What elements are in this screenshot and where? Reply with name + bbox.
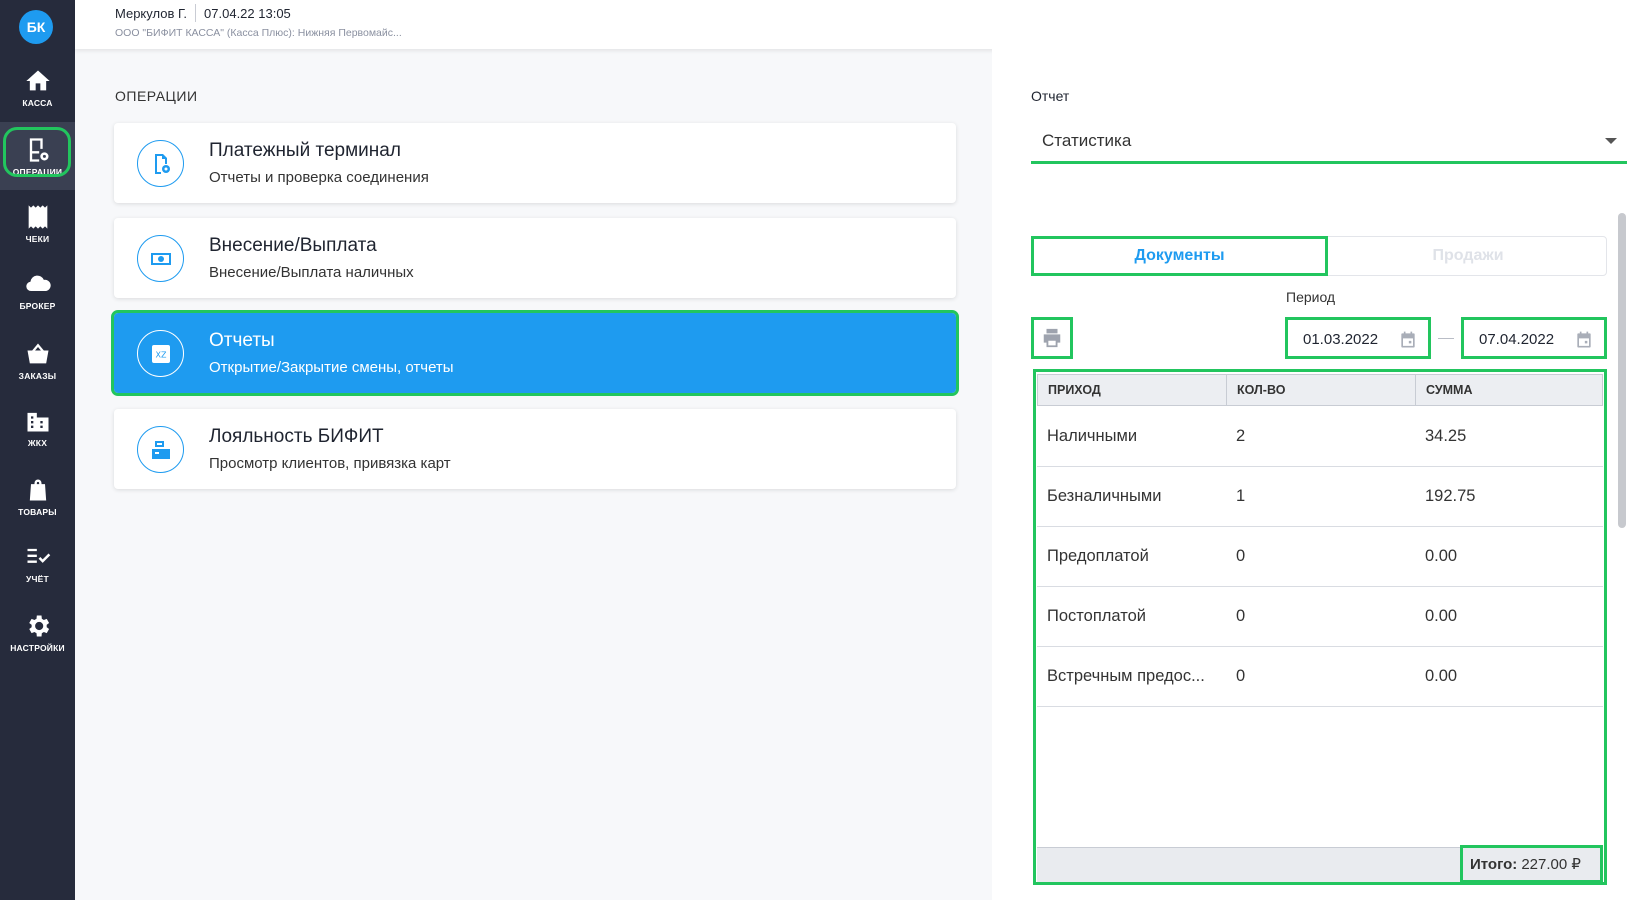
- row-type: Наличными: [1047, 427, 1138, 445]
- row-sum: 0.00: [1425, 607, 1458, 625]
- calendar-icon: [1577, 331, 1591, 348]
- calendar-icon: [1401, 331, 1415, 348]
- total-label: Итого:: [1470, 855, 1518, 873]
- sidebar-item-label: КАССА: [22, 97, 53, 108]
- table-row[interactable]: Безналичными 1 192.75: [1037, 467, 1603, 527]
- row-sum: 0.00: [1425, 667, 1458, 685]
- sidebar-item-label: ТОВАРЫ: [18, 506, 57, 517]
- operation-subtitle: Отчеты и проверка соединения: [209, 169, 429, 186]
- cash-icon: [137, 235, 184, 282]
- xz-report-icon: XZ: [137, 330, 184, 377]
- sidebar-item-accounting[interactable]: УЧЁТ: [0, 529, 75, 597]
- row-count: 0: [1236, 607, 1246, 625]
- report-label: Отчет: [1031, 88, 1070, 104]
- date-from-value: 01.03.2022: [1303, 331, 1379, 348]
- sidebar-item-label: ЖКХ: [27, 437, 48, 448]
- operation-title: Отчеты: [209, 330, 275, 351]
- table-row[interactable]: Предоплатой 0 0.00: [1037, 527, 1603, 587]
- top-bar: Меркулов Г. 07.04.22 13:05 ООО "БИФИТ КА…: [75, 0, 1646, 49]
- operation-title: Платежный терминал: [209, 140, 401, 161]
- operations-title: ОПЕРАЦИИ: [115, 88, 198, 104]
- row-count: 1: [1236, 487, 1246, 505]
- operation-subtitle: Просмотр клиентов, привязка карт: [209, 455, 451, 472]
- table-row[interactable]: Постоплатой 0 0.00: [1037, 587, 1603, 647]
- table-footer: Итого: 227.00 ₽: [1037, 845, 1603, 883]
- operation-subtitle: Открытие/Закрытие смены, отчеты: [209, 359, 454, 376]
- total-amount: Итого: 227.00 ₽: [1460, 845, 1603, 883]
- sidebar-item-label: ЗАКАЗЫ: [18, 370, 57, 381]
- cloud-icon: [24, 270, 52, 298]
- sidebar-item-broker[interactable]: БРОКЕР: [0, 256, 75, 324]
- column-header-sum[interactable]: СУММА: [1416, 375, 1602, 405]
- report-type-select[interactable]: Статистика: [1031, 118, 1627, 164]
- checklist-icon: [24, 543, 52, 571]
- row-type: Встречным предос...: [1047, 667, 1205, 685]
- sidebar-item-operations[interactable]: ОПЕРАЦИИ: [0, 122, 75, 190]
- sidebar-item-label: НАСТРОЙКИ: [10, 642, 65, 653]
- user-info: Меркулов Г. 07.04.22 13:05: [115, 4, 291, 22]
- organization-name: ООО "БИФИТ КАССА" (Касса Плюс): Нижняя П…: [115, 27, 402, 39]
- current-datetime: 07.04.22 13:05: [204, 5, 291, 21]
- date-from-input[interactable]: 01.03.2022: [1285, 317, 1431, 359]
- active-highlight: [3, 127, 71, 177]
- tab-documents[interactable]: Документы: [1031, 236, 1328, 276]
- bag-icon: [24, 476, 52, 504]
- svg-text:XZ: XZ: [155, 350, 166, 359]
- operation-loyalty[interactable]: Лояльность БИФИТ Просмотр клиентов, прив…: [114, 409, 956, 489]
- loyalty-icon: [137, 426, 184, 473]
- operation-subtitle: Внесение/Выплата наличных: [209, 264, 414, 281]
- receipt-icon: [24, 203, 52, 231]
- column-header-quantity[interactable]: КОЛ-ВО: [1227, 375, 1416, 405]
- sidebar-item-settings[interactable]: НАСТРОЙКИ: [0, 598, 75, 666]
- operation-cash-in-out[interactable]: Внесение/Выплата Внесение/Выплата наличн…: [114, 218, 956, 298]
- date-separator: [1438, 338, 1454, 339]
- sidebar-item-orders[interactable]: ЗАКАЗЫ: [0, 326, 75, 394]
- divider: [195, 4, 197, 22]
- sidebar: БК КАССА ОПЕРАЦИИ ЧЕКИ БРОКЕР ЗАКАЗЫ ЖКХ…: [0, 0, 75, 900]
- row-sum: 34.25: [1425, 427, 1467, 445]
- operation-reports[interactable]: XZ Отчеты Открытие/Закрытие смены, отчет…: [111, 310, 959, 396]
- table-row[interactable]: Встречным предос... 0 0.00: [1037, 647, 1603, 707]
- row-sum: 192.75: [1425, 487, 1476, 505]
- print-icon: [1043, 328, 1061, 348]
- chevron-down-icon: [1605, 138, 1617, 144]
- scrollbar[interactable]: [1618, 213, 1626, 528]
- table-header: ПРИХОД КОЛ-ВО СУММА: [1037, 374, 1603, 406]
- row-sum: 0.00: [1425, 547, 1458, 565]
- terminal-icon: [137, 140, 184, 187]
- total-value: 227.00 ₽: [1521, 856, 1581, 873]
- period-label: Период: [1286, 289, 1336, 305]
- avatar[interactable]: БК: [19, 10, 53, 44]
- operation-payment-terminal[interactable]: Платежный терминал Отчеты и проверка сое…: [114, 123, 956, 203]
- gear-icon: [24, 612, 52, 640]
- sidebar-item-label: БРОКЕР: [19, 300, 56, 311]
- operation-title: Лояльность БИФИТ: [209, 426, 384, 447]
- basket-icon: [24, 340, 52, 368]
- row-type: Предоплатой: [1047, 547, 1149, 565]
- row-type: Постоплатой: [1047, 607, 1146, 625]
- row-count: 2: [1236, 427, 1246, 445]
- report-tabs: Документы Продажи: [1031, 236, 1607, 276]
- table-row[interactable]: Наличными 2 34.25: [1037, 407, 1603, 467]
- report-table: ПРИХОД КОЛ-ВО СУММА Наличными 2 34.25 Бе…: [1033, 369, 1607, 885]
- date-to-value: 07.04.2022: [1479, 331, 1555, 348]
- sidebar-item-goods[interactable]: ТОВАРЫ: [0, 462, 75, 530]
- report-type-value: Статистика: [1042, 131, 1132, 150]
- column-header-income[interactable]: ПРИХОД: [1038, 375, 1227, 405]
- sidebar-item-label: УЧЁТ: [26, 573, 49, 584]
- sidebar-item-kassa[interactable]: КАССА: [0, 53, 75, 121]
- sidebar-item-housing[interactable]: ЖКХ: [0, 393, 75, 461]
- print-button[interactable]: [1031, 317, 1073, 359]
- operation-title: Внесение/Выплата: [209, 235, 377, 256]
- row-type: Безналичными: [1047, 487, 1162, 505]
- home-icon: [24, 67, 52, 95]
- user-name: Меркулов Г.: [115, 5, 188, 21]
- row-count: 0: [1236, 547, 1246, 565]
- building-icon: [24, 407, 52, 435]
- tab-sales[interactable]: Продажи: [1328, 236, 1608, 276]
- sidebar-item-label: ЧЕКИ: [25, 233, 50, 244]
- date-to-input[interactable]: 07.04.2022: [1461, 317, 1607, 359]
- sidebar-item-receipts[interactable]: ЧЕКИ: [0, 189, 75, 257]
- row-count: 0: [1236, 667, 1246, 685]
